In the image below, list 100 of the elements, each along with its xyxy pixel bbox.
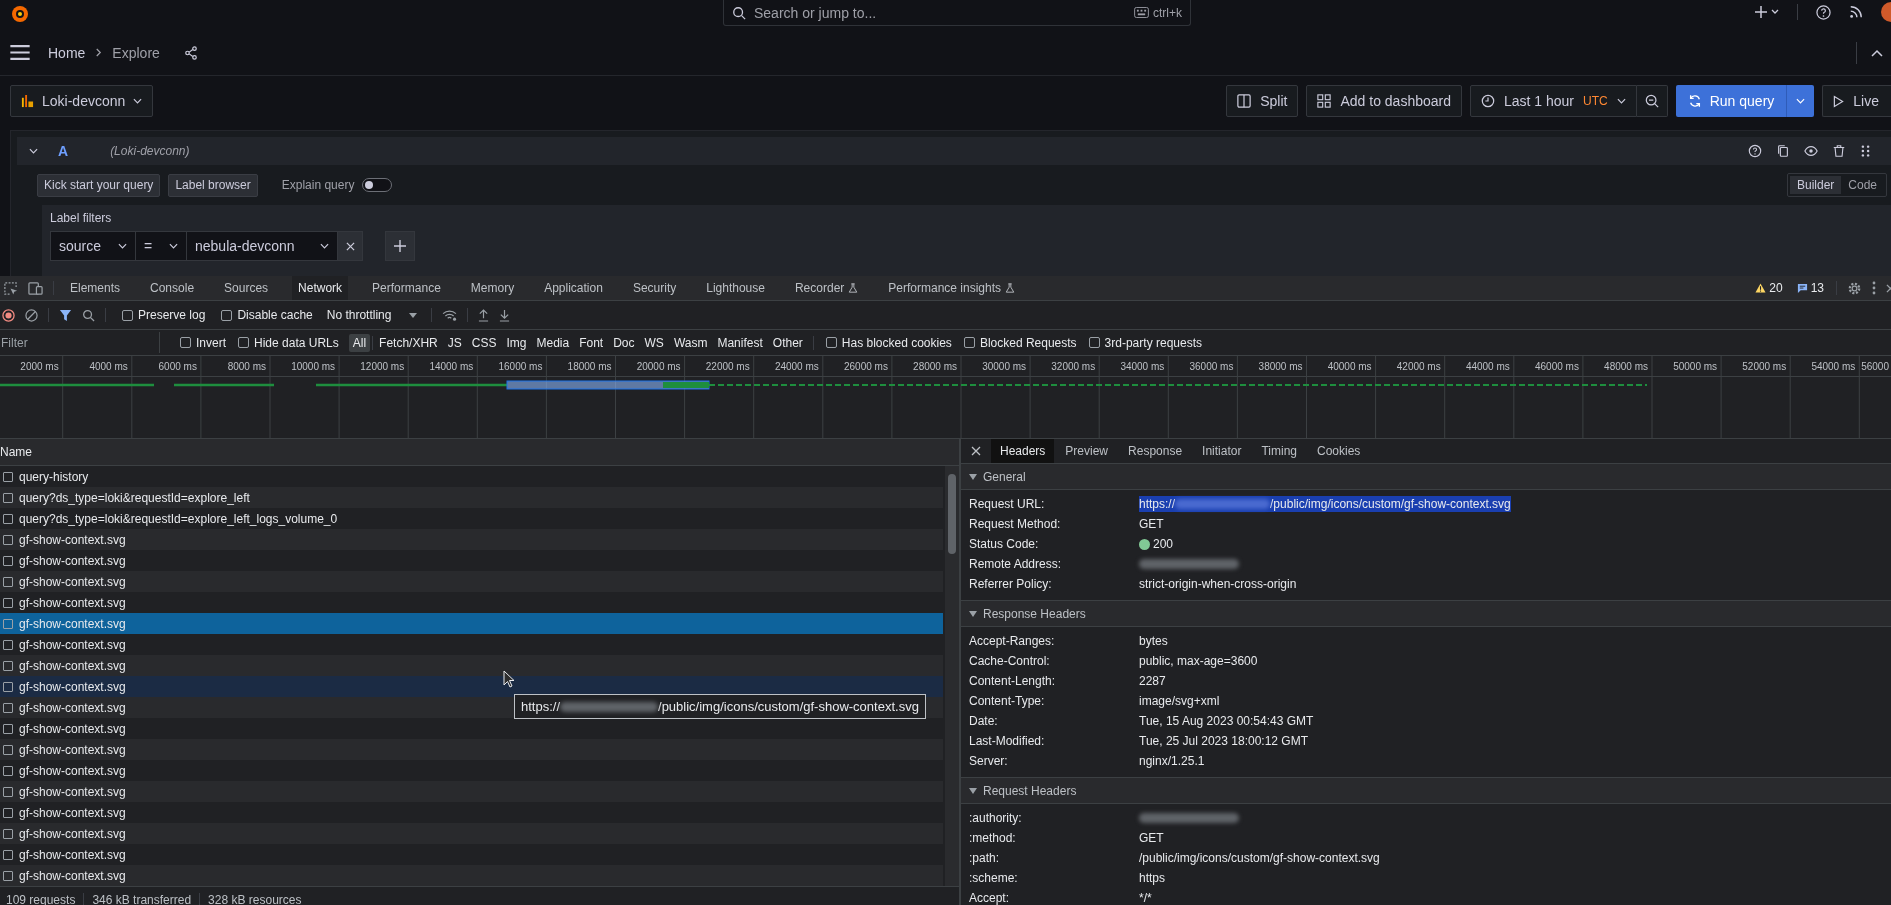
search-field[interactable]: Search or jump to... <box>754 4 1126 21</box>
option-checkbox[interactable]: Disable cache <box>221 308 313 322</box>
inspect-icon[interactable] <box>3 280 18 296</box>
add-filter-button[interactable] <box>385 231 415 261</box>
live-button[interactable]: Live <box>1822 85 1891 117</box>
messages-badge[interactable]: 13 <box>1794 281 1826 295</box>
type-filter[interactable]: Doc <box>609 333 639 352</box>
devtools-tab[interactable]: Elements <box>64 276 127 300</box>
mode-option[interactable]: Builder <box>1789 176 1842 194</box>
request-row[interactable]: gf-show-context.svg <box>0 781 943 802</box>
details-tab[interactable]: Preview <box>1056 439 1118 463</box>
type-filter[interactable]: Wasm <box>669 333 712 352</box>
details-tab[interactable]: Initiator <box>1193 439 1251 463</box>
devtools-tab[interactable]: Lighthouse <box>700 276 771 300</box>
devtools-tab[interactable]: Application <box>538 276 609 300</box>
throttling-select[interactable]: No throttling <box>322 308 422 322</box>
query-helper-button[interactable]: Kick start your query <box>37 173 161 197</box>
time-range-picker[interactable]: Last 1 hour UTC <box>1470 85 1637 117</box>
type-filter[interactable]: Manifest <box>713 333 767 352</box>
devtools-tab[interactable]: Network <box>292 276 349 300</box>
request-row[interactable]: gf-show-context.svg <box>0 571 943 592</box>
split-button[interactable]: Split <box>1226 85 1299 117</box>
devtools-tab[interactable]: Sources <box>218 276 275 300</box>
option-checkbox[interactable]: Blocked Requests <box>963 335 1077 350</box>
type-filter[interactable]: JS <box>443 333 466 352</box>
option-checkbox[interactable]: Has blocked cookies <box>825 335 952 350</box>
section-header[interactable]: General <box>961 464 1891 490</box>
run-options-button[interactable] <box>1786 85 1815 117</box>
warnings-badge[interactable]: 20 <box>1753 281 1785 295</box>
logo-icon[interactable] <box>10 4 30 24</box>
run-query-button[interactable]: Run query <box>1675 85 1787 117</box>
drag-handle-icon[interactable] <box>1860 144 1871 158</box>
help-icon[interactable] <box>1816 4 1831 20</box>
request-row[interactable]: query?ds_type=loki&requestId=explore_left <box>0 487 943 508</box>
eye-icon[interactable] <box>1804 144 1818 158</box>
details-tab[interactable]: Cookies <box>1308 439 1370 463</box>
plus-icon[interactable] <box>1755 5 1779 19</box>
record-icon[interactable] <box>2 308 15 322</box>
request-row[interactable]: gf-show-context.svg <box>0 865 943 886</box>
type-filter[interactable]: Media <box>532 333 574 352</box>
trash-icon[interactable] <box>1832 144 1846 158</box>
section-header[interactable]: Request Headers <box>961 778 1891 804</box>
details-tab[interactable]: Headers <box>991 439 1055 463</box>
explain-toggle[interactable] <box>362 178 393 192</box>
devtools-tab[interactable]: Console <box>144 276 201 300</box>
operator-select[interactable]: = <box>136 231 187 261</box>
devtools-tab[interactable]: Performance <box>366 276 447 300</box>
download-icon[interactable] <box>499 308 511 322</box>
devtools-tab[interactable]: Performance insights <box>882 276 1022 300</box>
search-icon[interactable] <box>82 308 95 322</box>
type-filter[interactable]: All <box>348 333 371 352</box>
details-tab[interactable]: Timing <box>1252 439 1306 463</box>
chevron-down-icon[interactable] <box>29 148 38 154</box>
query-helper-button[interactable]: Label browser <box>168 173 258 197</box>
option-checkbox[interactable]: Invert <box>180 335 226 350</box>
option-checkbox[interactable]: 3rd-party requests <box>1088 335 1202 350</box>
column-header[interactable]: Name <box>0 445 32 459</box>
type-filter[interactable]: Img <box>502 333 531 352</box>
request-row[interactable]: gf-show-context.svg <box>0 529 943 550</box>
option-checkbox[interactable]: Hide data URLs <box>238 335 339 350</box>
devtools-tab[interactable]: Security <box>626 276 683 300</box>
menu-icon[interactable] <box>10 45 30 60</box>
label-select[interactable]: source <box>50 231 136 261</box>
settings-icon[interactable] <box>1847 280 1862 296</box>
filter-icon[interactable] <box>59 308 72 322</box>
share-icon[interactable] <box>183 45 198 60</box>
close-icon[interactable] <box>971 446 981 456</box>
add-to-dashboard-button[interactable]: Add to dashboard <box>1306 85 1462 117</box>
chevron-up-icon[interactable] <box>1871 48 1883 57</box>
type-filter[interactable]: WS <box>640 333 668 352</box>
mode-option[interactable]: Code <box>1841 176 1884 194</box>
help-icon[interactable] <box>1748 144 1762 158</box>
more-icon[interactable] <box>1872 281 1876 295</box>
type-filter[interactable]: Fetch/XHR <box>375 333 442 352</box>
wifi-icon[interactable] <box>442 309 458 321</box>
remove-filter-button[interactable] <box>338 231 363 261</box>
clear-icon[interactable] <box>25 308 38 322</box>
scrollbar[interactable] <box>945 466 959 886</box>
details-tab[interactable]: Response <box>1119 439 1192 463</box>
type-filter[interactable]: Font <box>575 333 608 352</box>
devtools-tab[interactable]: Memory <box>464 276 521 300</box>
devtools-tab[interactable]: Recorder <box>788 276 865 300</box>
filter-field[interactable]: Filter <box>0 332 160 353</box>
zoom-out-button[interactable] <box>1636 85 1668 117</box>
type-filter[interactable]: CSS <box>467 333 501 352</box>
section-header[interactable]: Response Headers <box>961 601 1891 627</box>
request-row[interactable]: gf-show-context.svg <box>0 655 943 676</box>
request-row[interactable]: gf-show-context.svg <box>0 823 943 844</box>
datasource-picker[interactable]: Loki-devconn <box>10 85 154 117</box>
device-icon[interactable] <box>28 280 43 296</box>
option-checkbox[interactable]: Preserve log <box>122 308 206 322</box>
request-row[interactable]: gf-show-context.svg <box>0 739 943 760</box>
request-row[interactable]: gf-show-context.svg <box>0 613 943 634</box>
upload-icon[interactable] <box>478 308 490 322</box>
rss-icon[interactable] <box>1849 5 1863 19</box>
breadcrumb-link[interactable]: Home <box>48 44 86 61</box>
search-bar[interactable]: Search or jump to... ctrl+k <box>723 0 1191 26</box>
value-select[interactable]: nebula-devconn <box>187 231 338 261</box>
copy-icon[interactable] <box>1776 144 1790 158</box>
type-filter[interactable]: Other <box>768 333 807 352</box>
